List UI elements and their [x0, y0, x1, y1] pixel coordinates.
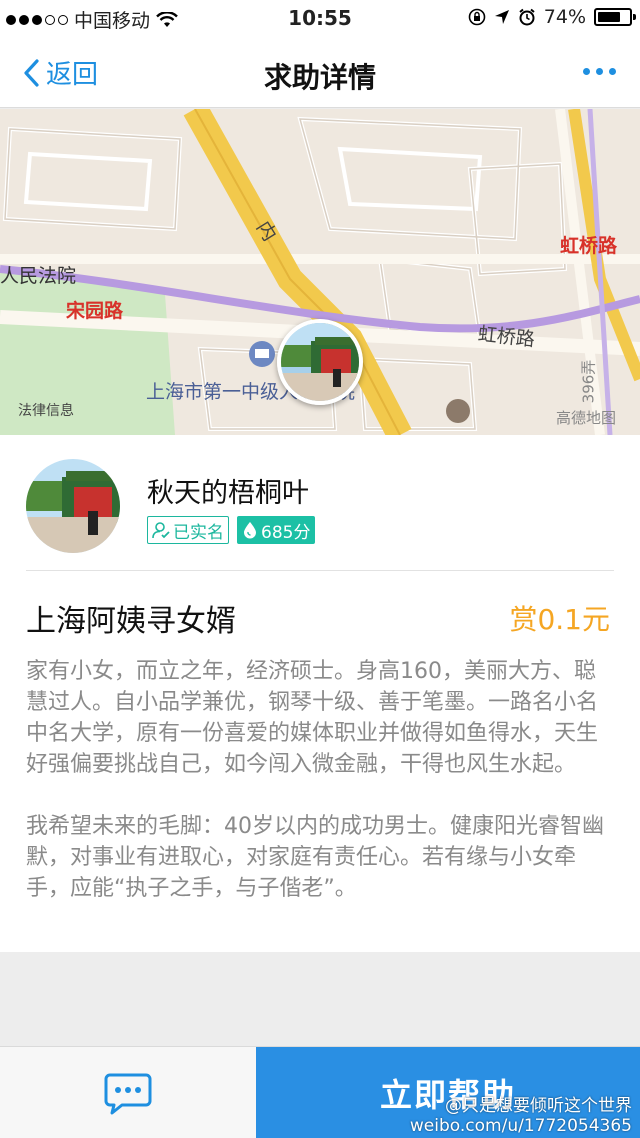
location-icon	[494, 10, 509, 24]
more-options-icon[interactable]	[583, 68, 616, 75]
battery-percent: 74%	[543, 6, 586, 28]
gaode-logo: 高德地图	[556, 409, 617, 427]
weibo-watermark: @只是想要倾听这个世界 weibo.com/u/1772054365	[410, 1096, 632, 1136]
status-right: 74%	[468, 6, 636, 28]
user-card[interactable]: 秋天的梧桐叶 已实名 685分	[0, 435, 640, 570]
map-label-lane: 396弄	[579, 359, 598, 404]
score-badge: 685分	[237, 516, 316, 544]
person-check-icon	[152, 522, 170, 539]
chat-bubble-icon	[104, 1073, 152, 1115]
pin-photo	[281, 323, 359, 401]
user-name: 秋天的梧桐叶	[147, 478, 309, 509]
rotation-lock-icon	[468, 8, 486, 26]
avatar[interactable]	[26, 459, 120, 553]
location-map[interactable]: 内 人民法院 宋园路 虹桥路 虹桥路 上海市第一中级人民法院 法律信息 高德地图…	[0, 109, 640, 435]
post-body: 家有小女，而立之年，经济硕士。身高160，美丽大方、聪慧过人。自小品学兼优，钢琴…	[26, 656, 616, 935]
map-label-hongqiao-red: 虹桥路	[560, 235, 618, 257]
spacer	[0, 952, 640, 1046]
verified-label: 已实名	[173, 522, 224, 543]
battery-icon	[594, 8, 636, 26]
watermark-handle: @只是想要倾听这个世界	[445, 1096, 632, 1116]
map-label-court-partial: 人民法院	[0, 265, 77, 287]
alarm-icon	[519, 8, 535, 26]
status-bar: 中国移动 10:55 74%	[0, 0, 640, 38]
chat-button[interactable]	[0, 1047, 256, 1138]
map-label-hongqiao: 虹桥路	[476, 323, 536, 351]
post-paragraph-1: 家有小女，而立之年，经济硕士。身高160，美丽大方、聪慧过人。自小品学兼优，钢琴…	[26, 659, 599, 777]
watermark-url: weibo.com/u/1772054365	[409, 1116, 632, 1136]
post-title: 上海阿姨寻女婿	[26, 604, 236, 639]
verified-badge: 已实名	[147, 516, 229, 544]
user-badges: 已实名 685分	[147, 516, 316, 544]
legal-info-link[interactable]: 法律信息	[18, 400, 74, 420]
avatar-photo	[26, 459, 120, 553]
post-paragraph-2: 我希望未来的毛脚：40岁以内的成功男士。健康阳光睿智幽默，对事业有进取心，对家庭…	[26, 814, 604, 901]
divider	[26, 570, 614, 571]
battery-fill	[598, 12, 621, 22]
page-title: 求助详情	[263, 61, 376, 94]
map-location-pin[interactable]	[277, 319, 363, 405]
score-label: 685分	[261, 522, 311, 543]
reward-amount: 赏0.1元	[509, 603, 610, 636]
map-label-songyuan: 宋园路	[66, 300, 124, 322]
help-post: 上海阿姨寻女婿 赏0.1元 家有小女，而立之年，经济硕士。身高160，美丽大方、…	[0, 570, 640, 952]
drop-icon	[244, 522, 256, 539]
nav-bar: 返回 求助详情	[0, 38, 640, 108]
